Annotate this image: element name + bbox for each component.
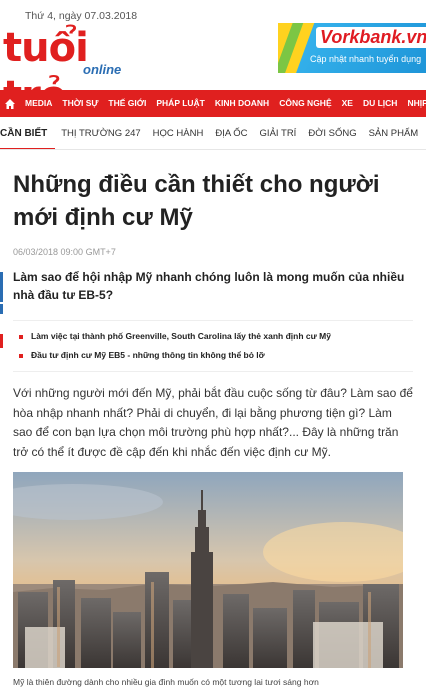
related-link[interactable]: Làm việc tại thành phố Greenville, South… <box>13 327 413 346</box>
nav-item-nhip-song-tre[interactable]: NHỊP SỐNG TRẺ <box>402 90 426 117</box>
logo-subtitle: online <box>83 62 122 77</box>
related-link[interactable]: Đầu tư định cư Mỹ EB5 - những thông tin … <box>13 346 413 365</box>
article-lead: Làm sao để hội nhập Mỹ nhanh chóng luôn … <box>13 270 405 302</box>
article-body: Với những người mới đến Mỹ, phải bắt đầu… <box>13 386 413 459</box>
main-nav: MEDIA THỜI SỰ THẾ GIỚI PHÁP LUẬT KINH DO… <box>0 90 426 117</box>
share-bar-marker-3 <box>0 334 3 348</box>
site-logo[interactable]: tuổi trẻ online <box>3 25 163 119</box>
nav-item-media[interactable]: MEDIA <box>20 90 57 117</box>
bullet-icon <box>19 335 23 339</box>
ad-brand: Vorkbank.vn <box>316 27 426 48</box>
related-link-text: Làm việc tại thành phố Greenville, South… <box>31 331 331 341</box>
ad-banner[interactable]: Vorkbank.vn Cập nhật nhanh tuyển dụng <box>278 23 426 73</box>
bullet-icon <box>19 354 23 358</box>
nav-item-phap-luat[interactable]: PHÁP LUẬT <box>151 90 210 117</box>
home-icon[interactable] <box>4 97 16 111</box>
related-link-text: Đầu tư định cư Mỹ EB5 - những thông tin … <box>31 350 265 360</box>
site-header: Thứ 4, ngày 07.03.2018 tuổi trẻ online V… <box>0 0 426 119</box>
photo-caption: Mỹ là thiên đường dành cho nhiều gia đìn… <box>13 677 319 687</box>
related-links: Làm việc tại thành phố Greenville, South… <box>13 320 413 372</box>
subnav-item-can-biet[interactable]: CẦN BIẾT <box>0 119 56 149</box>
subnav-item-giai-tri[interactable]: GIẢI TRÍ <box>254 128 303 139</box>
article-title: Những điều cần thiết cho người mới định … <box>13 171 380 231</box>
share-bar-marker <box>0 272 3 302</box>
sub-nav: CẦN BIẾT THỊ TRƯỜNG 247 HỌC HÀNH ĐỊA ỐC … <box>0 117 426 150</box>
nav-item-kinh-doanh[interactable]: KINH DOANH <box>210 90 274 117</box>
current-date: Thứ 4, ngày 07.03.2018 <box>25 10 138 22</box>
subnav-item-hoc-hanh[interactable]: HỌC HÀNH <box>147 128 210 139</box>
nav-item-the-gioi[interactable]: THẾ GIỚI <box>103 90 151 117</box>
nav-item-du-lich[interactable]: DU LỊCH <box>358 90 402 117</box>
article-timestamp: 06/03/2018 09:00 GMT+7 <box>13 247 116 257</box>
nav-item-xe[interactable]: XE <box>337 90 358 117</box>
subnav-item-san-pham[interactable]: SẢN PHẨM <box>363 128 425 139</box>
subnav-item-dia-oc[interactable]: ĐỊA ỐC <box>209 128 253 139</box>
ad-tagline: Cập nhật nhanh tuyển dụng <box>310 54 422 64</box>
nav-item-thoi-su[interactable]: THỜI SỰ <box>57 90 103 117</box>
share-bar-marker-2 <box>0 304 3 314</box>
article-photo[interactable] <box>13 472 403 668</box>
nav-item-cong-nghe[interactable]: CÔNG NGHỆ <box>274 90 336 117</box>
subnav-item-doi-song[interactable]: ĐỜI SỐNG <box>302 128 362 139</box>
subnav-item-thi-truong[interactable]: THỊ TRƯỜNG 247 <box>55 128 146 139</box>
